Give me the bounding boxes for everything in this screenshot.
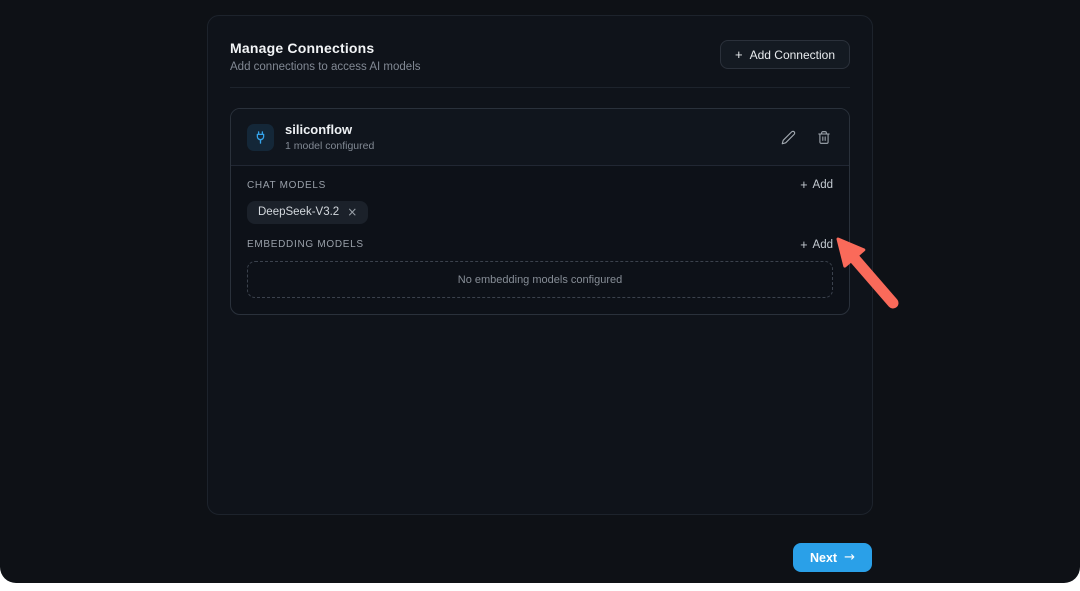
connection-actions — [779, 128, 833, 147]
add-connection-button[interactable]: + Add Connection — [720, 40, 850, 69]
connection-header: siliconflow 1 model configured — [231, 109, 849, 165]
embedding-models-section-header: EMBEDDING MODELS + Add — [247, 239, 833, 252]
empty-state-text: No embedding models configured — [458, 274, 623, 286]
pencil-icon — [781, 130, 796, 145]
chat-models-label: CHAT MODELS — [247, 180, 326, 191]
remove-model-button[interactable]: × — [347, 206, 357, 218]
next-button[interactable]: Next → — [793, 543, 872, 572]
page-subtitle: Add connections to access AI models — [230, 61, 421, 73]
add-embedding-model-button[interactable]: + Add — [800, 239, 833, 252]
connection-body: CHAT MODELS + Add DeepSeek-V3.2 × — [231, 166, 849, 314]
connection-name: siliconflow — [285, 122, 374, 137]
edit-connection-button[interactable] — [779, 128, 798, 147]
connection-identity: siliconflow 1 model configured — [247, 122, 374, 152]
card-header: Manage Connections Add connections to ac… — [230, 40, 850, 73]
connection-card: siliconflow 1 model configured — [230, 108, 850, 315]
page-title: Manage Connections — [230, 40, 421, 56]
plug-icon — [247, 124, 274, 151]
header-divider — [230, 87, 850, 88]
embedding-models-empty-state: No embedding models configured — [247, 261, 833, 298]
add-chat-model-button[interactable]: + Add — [800, 179, 833, 192]
plus-icon: + — [800, 239, 807, 252]
next-button-label: Next — [810, 551, 837, 565]
arrow-right-icon: → — [844, 550, 855, 565]
add-connection-label: Add Connection — [750, 48, 835, 62]
model-chip-label: DeepSeek-V3.2 — [258, 206, 339, 218]
card-header-text: Manage Connections Add connections to ac… — [230, 40, 421, 73]
close-icon: × — [347, 205, 357, 219]
manage-connections-card: Manage Connections Add connections to ac… — [207, 15, 873, 515]
chat-models-section-header: CHAT MODELS + Add — [247, 179, 833, 192]
app-background: Manage Connections Add connections to ac… — [0, 0, 1080, 583]
chat-models-list: DeepSeek-V3.2 × — [247, 201, 833, 224]
add-chat-model-label: Add — [813, 179, 833, 191]
trash-icon — [817, 130, 831, 145]
embedding-models-label: EMBEDDING MODELS — [247, 239, 364, 250]
model-chip: DeepSeek-V3.2 × — [247, 201, 368, 224]
delete-connection-button[interactable] — [815, 128, 833, 147]
connection-text: siliconflow 1 model configured — [285, 122, 374, 152]
plus-icon: + — [735, 48, 743, 61]
plus-icon: + — [800, 179, 807, 192]
add-embedding-model-label: Add — [813, 239, 833, 251]
connection-status: 1 model configured — [285, 140, 374, 152]
